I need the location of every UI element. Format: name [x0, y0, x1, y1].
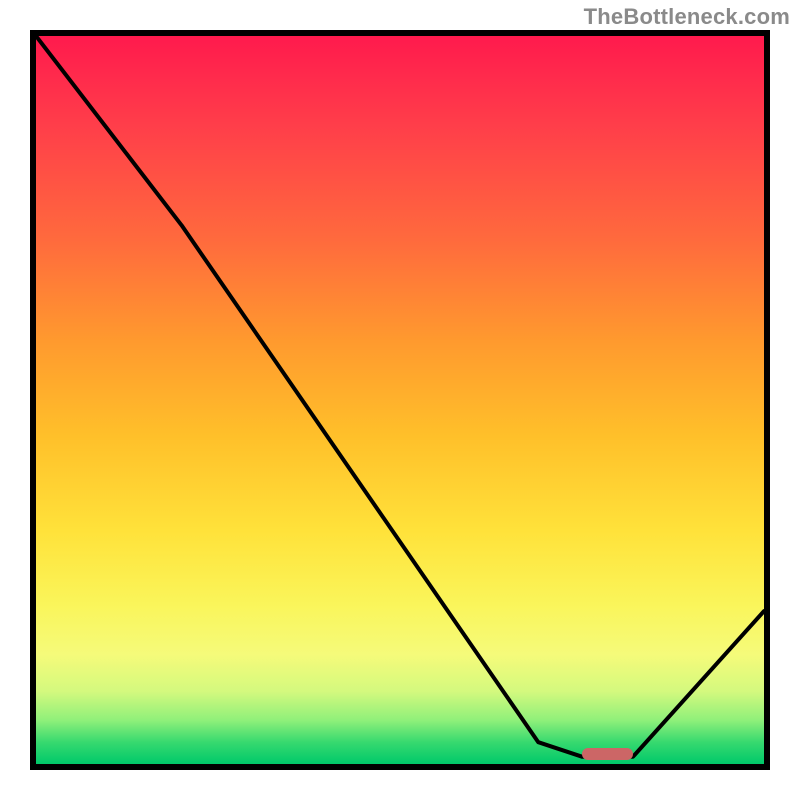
chart-stage: TheBottleneck.com — [0, 0, 800, 800]
curve-layer — [36, 36, 764, 764]
attribution-watermark: TheBottleneck.com — [584, 4, 790, 30]
plot-area — [30, 30, 770, 770]
optimal-range-marker — [582, 748, 633, 760]
bottleneck-curve — [36, 36, 764, 757]
